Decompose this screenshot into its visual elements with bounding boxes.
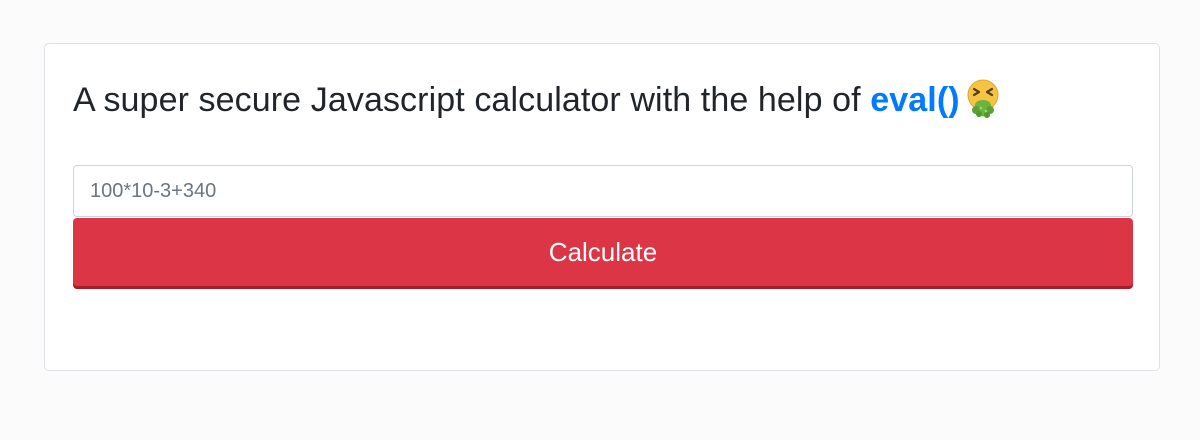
title-eval-keyword: eval() [870, 81, 960, 119]
calculate-button[interactable]: Calculate [73, 218, 1133, 286]
page-title: A super secure Javascript calculator wit… [73, 77, 1000, 123]
nauseated-face-icon [966, 78, 1000, 118]
title-text: A super secure Javascript calculator wit… [73, 81, 861, 119]
expression-input[interactable] [73, 165, 1133, 217]
calculator-card: A super secure Javascript calculator wit… [44, 43, 1160, 371]
